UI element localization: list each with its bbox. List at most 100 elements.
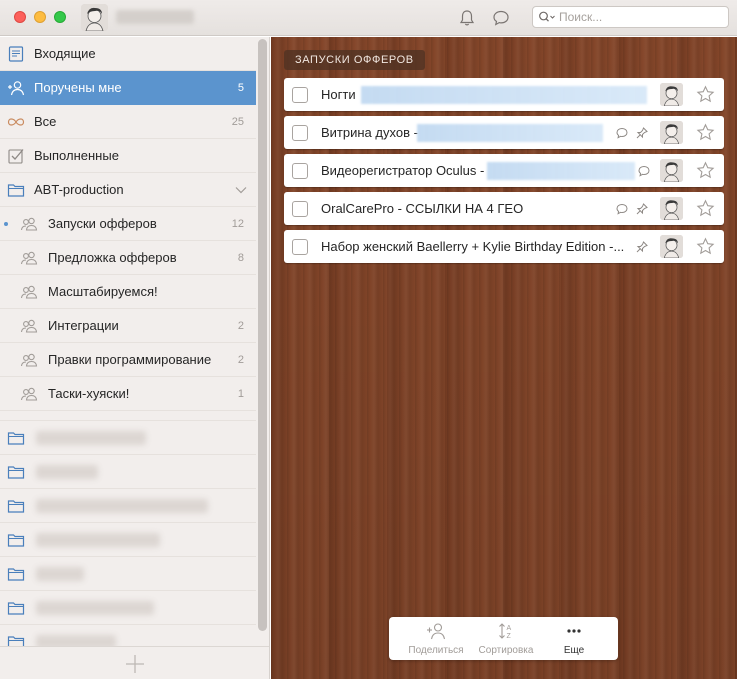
sidebar-folder-redacted[interactable] bbox=[0, 421, 256, 455]
comment-icon bbox=[637, 164, 651, 178]
sidebar-folder-redacted[interactable] bbox=[0, 523, 256, 557]
task-title: Видеорегистратор Oculus - bbox=[321, 163, 485, 178]
minimize-window-button[interactable] bbox=[34, 11, 46, 23]
sidebar-folder-redacted[interactable] bbox=[0, 557, 256, 591]
task-checkbox[interactable] bbox=[292, 87, 308, 103]
task-checkbox[interactable] bbox=[292, 163, 308, 179]
infinity-icon bbox=[7, 113, 25, 131]
share-user-plus-icon bbox=[425, 622, 447, 640]
sidebar-footer bbox=[0, 646, 269, 679]
sidebar-item-completed[interactable]: Выполненные bbox=[0, 139, 256, 173]
folder-icon bbox=[7, 565, 25, 583]
search-box[interactable] bbox=[532, 6, 729, 28]
list-title: ЗАПУСКИ ОФФЕРОВ bbox=[284, 50, 425, 70]
sort-az-icon: AZ bbox=[495, 622, 517, 640]
sidebar-item-inbox[interactable]: Входящие bbox=[0, 37, 256, 71]
svg-text:A: A bbox=[507, 625, 512, 632]
sort-button[interactable]: AZ Сортировка bbox=[471, 617, 541, 660]
user-avatar[interactable] bbox=[81, 4, 108, 31]
checkbox-checked-icon bbox=[7, 147, 25, 165]
sidebar-folder-redacted[interactable] bbox=[0, 591, 256, 625]
sidebar-item-all[interactable]: Все 25 bbox=[0, 105, 256, 139]
sidebar-item-offer-launches[interactable]: Запуски офферов 12 bbox=[0, 207, 256, 241]
search-input[interactable] bbox=[559, 9, 724, 25]
share-label: Поделиться bbox=[408, 645, 464, 656]
sidebar-item-label: Таски-хуяски! bbox=[48, 386, 130, 401]
task-checkbox[interactable] bbox=[292, 201, 308, 217]
sidebar-item-scaling[interactable]: Масштабируемся! bbox=[0, 275, 256, 309]
sidebar-item-label: ABT-production bbox=[34, 182, 124, 197]
folder-icon bbox=[7, 531, 25, 549]
task-checkbox[interactable] bbox=[292, 239, 308, 255]
sidebar-item-assigned-to-me[interactable]: Поручены мне 5 bbox=[0, 71, 256, 105]
assignee-avatar bbox=[660, 121, 683, 144]
shared-list-icon bbox=[20, 283, 38, 301]
user-plus-icon bbox=[7, 79, 25, 97]
star-icon[interactable] bbox=[696, 199, 715, 218]
user-name-redacted bbox=[116, 10, 194, 24]
shared-list-icon bbox=[20, 215, 38, 233]
sidebar-item-count: 25 bbox=[231, 115, 244, 128]
sidebar-item-programming-fixes[interactable]: Правки программирование 2 bbox=[0, 343, 256, 377]
active-list-dot bbox=[4, 222, 8, 226]
folder-icon bbox=[7, 181, 25, 199]
chevron-down-icon[interactable] bbox=[234, 184, 248, 196]
sidebar-item-count: 2 bbox=[237, 319, 244, 332]
assignee-avatar bbox=[660, 235, 683, 258]
close-window-button[interactable] bbox=[14, 11, 26, 23]
sidebar-item-count: 5 bbox=[237, 81, 244, 94]
sidebar-scrollbar[interactable] bbox=[258, 39, 267, 631]
conversations-icon[interactable] bbox=[491, 8, 511, 28]
sidebar-item-integrations[interactable]: Интеграции 2 bbox=[0, 309, 256, 343]
sidebar-item-tasks[interactable]: Таски-хуяски! 1 bbox=[0, 377, 256, 411]
sidebar-folder-abt-production[interactable]: ABT-production bbox=[0, 173, 256, 207]
svg-text:Z: Z bbox=[507, 633, 512, 640]
task-row[interactable]: Витрина духов - bbox=[284, 116, 724, 149]
sidebar-item-label: Поручены мне bbox=[34, 80, 122, 95]
task-row[interactable]: Набор женский Baellerry + Kylie Birthday… bbox=[284, 230, 724, 263]
sidebar-folder-redacted[interactable] bbox=[0, 489, 256, 523]
inbox-icon bbox=[7, 45, 25, 63]
share-button[interactable]: Поделиться bbox=[401, 617, 471, 660]
sidebar-item-label: Предложка офферов bbox=[48, 250, 177, 265]
folder-name-redacted bbox=[36, 601, 154, 615]
sidebar-item-offer-proposals[interactable]: Предложка офферов 8 bbox=[0, 241, 256, 275]
task-list-panel: ЗАПУСКИ ОФФЕРОВ Ногти Витрина духов - Ви… bbox=[271, 37, 737, 679]
comment-icon bbox=[615, 202, 629, 216]
folder-name-redacted bbox=[36, 431, 146, 445]
sidebar-item-label: Все bbox=[34, 114, 57, 129]
folder-name-redacted bbox=[36, 533, 160, 547]
assignee-avatar bbox=[660, 159, 683, 182]
task-title-redacted bbox=[487, 162, 635, 180]
pin-icon bbox=[635, 202, 649, 216]
sidebar-item-label: Масштабируемся! bbox=[48, 284, 158, 299]
shared-list-icon bbox=[20, 385, 38, 403]
pin-icon bbox=[635, 126, 649, 140]
add-list-plus-icon[interactable] bbox=[124, 653, 146, 675]
more-button[interactable]: Еще bbox=[539, 617, 609, 660]
task-row[interactable]: OralCarePro - ССЫЛКИ НА 4 ГЕО bbox=[284, 192, 724, 225]
task-row[interactable]: Видеорегистратор Oculus - bbox=[284, 154, 724, 187]
comment-icon bbox=[615, 126, 629, 140]
star-icon[interactable] bbox=[696, 237, 715, 256]
task-row[interactable]: Ногти bbox=[284, 78, 724, 111]
task-title: Набор женский Baellerry + Kylie Birthday… bbox=[321, 239, 625, 254]
sort-label: Сортировка bbox=[478, 645, 534, 656]
star-icon[interactable] bbox=[696, 161, 715, 180]
pin-icon bbox=[635, 240, 649, 254]
sidebar-item-count: 1 bbox=[237, 387, 244, 400]
list-toolbar: Поделиться AZ Сортировка Еще bbox=[389, 617, 618, 660]
sidebar-folder-redacted[interactable] bbox=[0, 455, 256, 489]
more-label: Еще bbox=[563, 645, 585, 656]
folder-name-redacted bbox=[36, 499, 208, 513]
star-icon[interactable] bbox=[696, 85, 715, 104]
sidebar-item-label: Запуски офферов bbox=[48, 216, 157, 231]
shared-list-icon bbox=[20, 249, 38, 267]
zoom-window-button[interactable] bbox=[54, 11, 66, 23]
notifications-bell-icon[interactable] bbox=[457, 8, 477, 28]
sidebar-list: Входящие Поручены мне 5 Все 25 Выполненн… bbox=[0, 37, 256, 659]
folder-name-redacted bbox=[36, 567, 84, 581]
assignee-avatar bbox=[660, 197, 683, 220]
star-icon[interactable] bbox=[696, 123, 715, 142]
task-checkbox[interactable] bbox=[292, 125, 308, 141]
